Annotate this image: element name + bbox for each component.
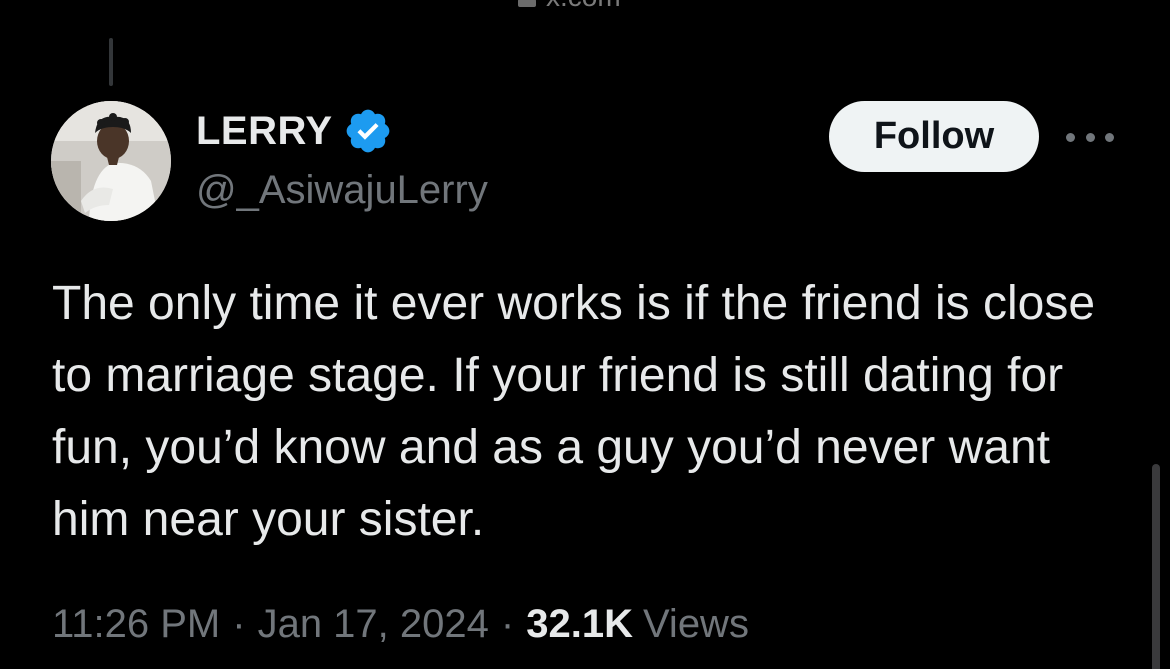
verified-badge-icon[interactable] (343, 106, 393, 156)
thread-connector-line (109, 38, 113, 86)
more-options-icon[interactable] (1066, 122, 1114, 152)
meta-separator: · (232, 602, 246, 646)
lock-icon (518, 0, 536, 7)
avatar[interactable] (51, 101, 171, 221)
dot (1105, 132, 1114, 142)
url-bar[interactable]: x.com (518, 0, 621, 11)
author-name-row[interactable]: LERRY (196, 106, 393, 156)
author-display-name[interactable]: LERRY (196, 109, 333, 154)
avatar-image (51, 101, 171, 221)
meta-separator: · (500, 602, 515, 646)
scrollbar[interactable] (1152, 464, 1160, 669)
tweet-date[interactable]: Jan 17, 2024 (258, 602, 489, 647)
tweet-meta: 11:26 PM · Jan 17, 2024 · 32.1K Views (52, 602, 749, 647)
follow-button[interactable]: Follow (829, 101, 1039, 172)
views-count[interactable]: 32.1K (526, 602, 633, 647)
author-handle[interactable]: @_AsiwajuLerry (196, 168, 488, 213)
dot (1066, 132, 1075, 142)
views-label: Views (642, 602, 749, 646)
tweet-text: The only time it ever works is if the fr… (52, 277, 1096, 546)
dot (1085, 132, 1095, 142)
tweet-time[interactable]: 11:26 PM (52, 602, 220, 647)
tweet-screen: x.com LERRY @_AsiwajuLerry Follow (0, 0, 1170, 669)
url-text: x.com (546, 0, 621, 11)
